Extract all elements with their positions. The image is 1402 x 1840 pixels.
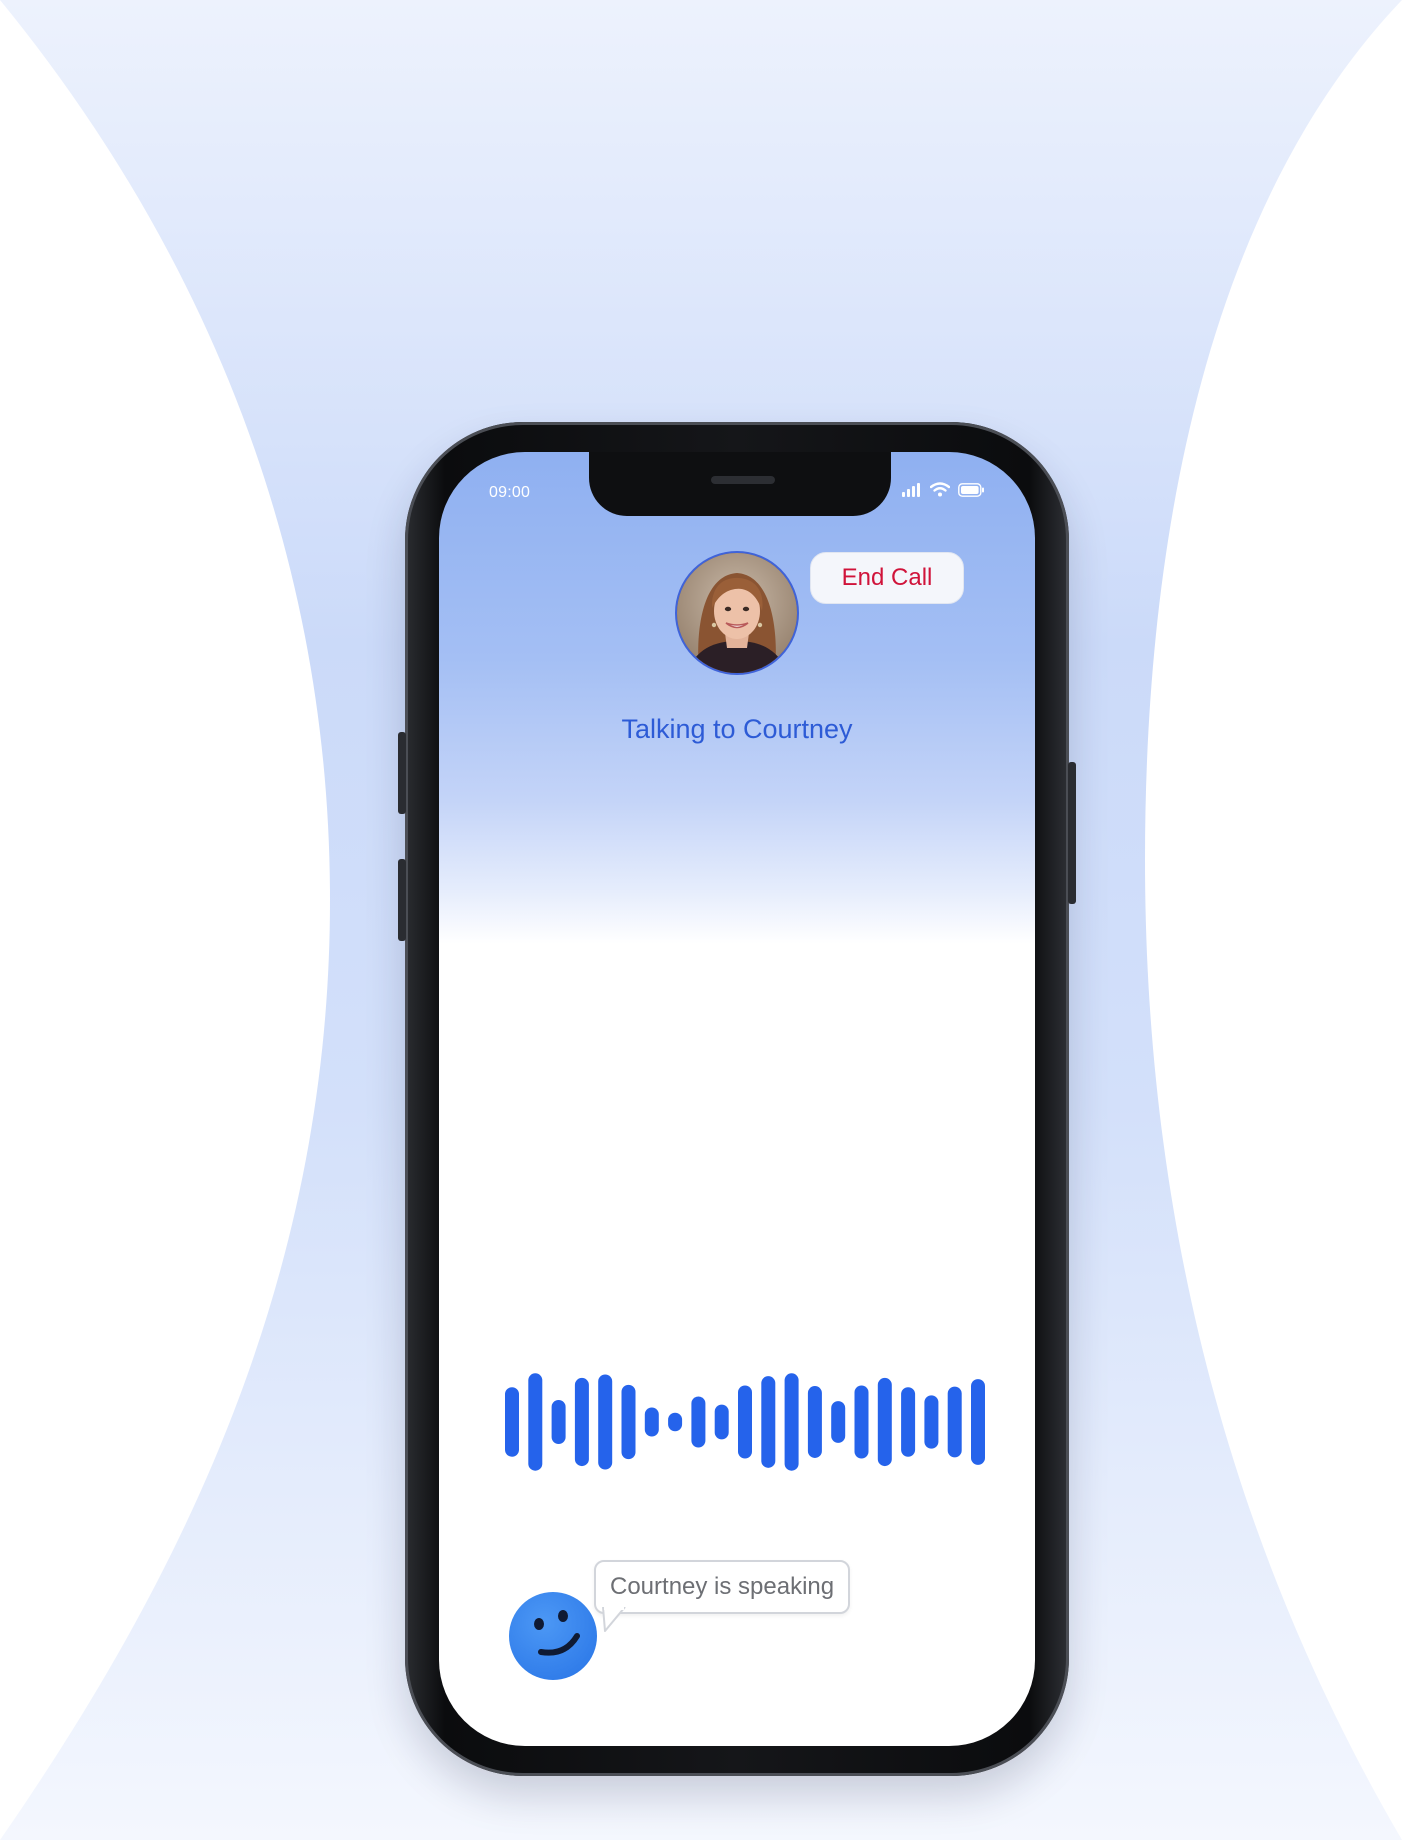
waveform-bar: [924, 1395, 939, 1449]
waveform-bar: [831, 1401, 846, 1443]
waveform-bar: [598, 1374, 613, 1470]
battery-icon: [958, 482, 985, 497]
waveform-bar: [854, 1385, 869, 1459]
volume-down-button: [398, 859, 406, 941]
smiley-icon[interactable]: [507, 1590, 599, 1682]
speaking-status-text: Courtney is speaking: [610, 1573, 835, 1600]
call-title: Talking to Courtney: [621, 714, 853, 744]
waveform-bar: [668, 1412, 683, 1432]
waveform-bar: [621, 1384, 636, 1460]
portrait-avatar: [677, 553, 797, 673]
end-call-button[interactable]: End Call: [810, 552, 964, 604]
speaking-status-bubble: Courtney is speaking: [594, 1560, 851, 1614]
waveform-bar: [901, 1387, 916, 1457]
waveform-bar: [784, 1373, 799, 1471]
cellular-signal-icon: [902, 482, 922, 497]
waveform-bar: [947, 1386, 962, 1458]
page: 09:00 End Call Talking to Courtney Court…: [0, 0, 1402, 1840]
status-time: 09:00: [489, 484, 531, 501]
phone-screen: 09:00 End Call Talking to Courtney Court…: [439, 452, 1035, 1746]
waveform-bar: [877, 1377, 892, 1467]
waveform-bar: [714, 1404, 729, 1440]
waveform-bar: [691, 1396, 706, 1448]
volume-up-button: [398, 732, 406, 814]
waveform-bar: [528, 1373, 543, 1471]
earpiece-speaker: [711, 476, 775, 484]
speech-bubble-tail: [602, 1607, 626, 1632]
waveform-bar: [505, 1387, 519, 1457]
caller-avatar: [675, 551, 799, 675]
voice-waveform: [505, 1373, 985, 1471]
waveform-bar: [644, 1407, 659, 1437]
phone-frame: 09:00 End Call Talking to Courtney Court…: [398, 422, 1076, 1776]
notch: [589, 452, 891, 516]
power-button: [1068, 762, 1076, 904]
waveform-bar: [761, 1376, 776, 1468]
waveform-bar: [551, 1399, 566, 1445]
status-icons: [902, 482, 985, 497]
wifi-icon: [930, 482, 950, 497]
waveform-bar: [738, 1385, 752, 1459]
waveform-bar: [971, 1379, 985, 1465]
waveform-bar: [807, 1386, 822, 1458]
waveform-bar: [574, 1377, 589, 1467]
